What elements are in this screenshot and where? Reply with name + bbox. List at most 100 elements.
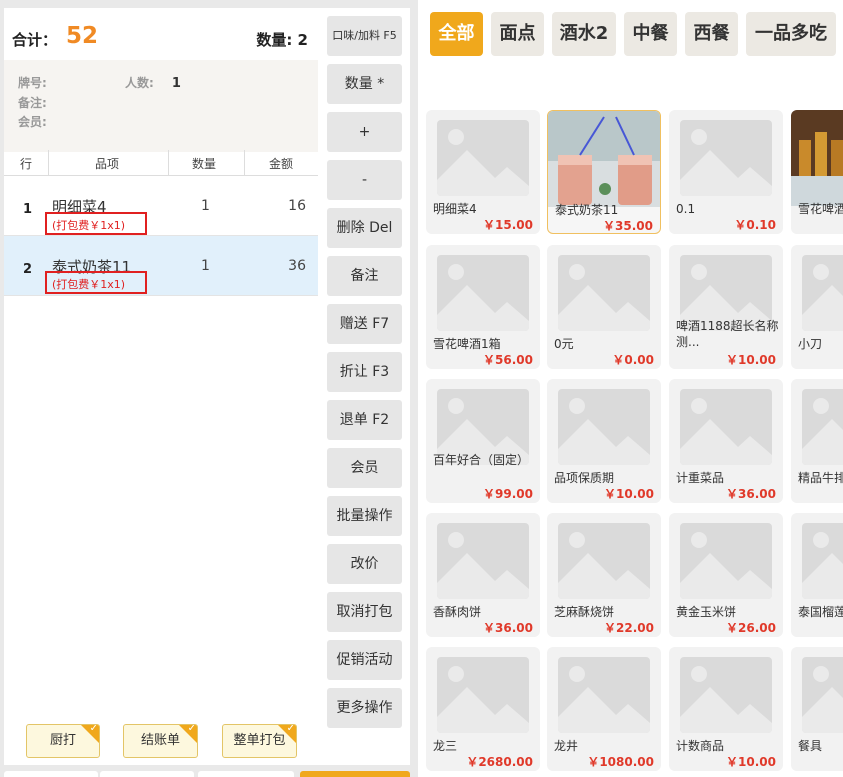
bottom-tab-active[interactable] bbox=[300, 771, 410, 777]
product-card[interactable]: 芝麻酥烧饼 ￥22.00 bbox=[547, 513, 661, 637]
image-placeholder-icon bbox=[680, 523, 772, 599]
category-tab-all[interactable]: 全部 bbox=[430, 12, 483, 56]
image-placeholder-icon bbox=[437, 120, 529, 196]
image-placeholder-icon bbox=[802, 657, 843, 733]
bottom-tab[interactable] bbox=[100, 771, 194, 777]
promotion-button[interactable]: 促销活动 bbox=[327, 640, 402, 680]
image-placeholder-icon bbox=[802, 255, 843, 331]
product-card[interactable]: 小刀 bbox=[791, 245, 843, 369]
pack-all-button[interactable]: 整单打包 ✓ bbox=[222, 724, 297, 758]
bill-print-button[interactable]: 结账单 ✓ bbox=[123, 724, 198, 758]
row-amount: 16 bbox=[288, 198, 306, 214]
order-info[interactable]: 牌号: 人数: 1 备注: 会员: bbox=[4, 60, 318, 152]
product-card[interactable]: 餐具 bbox=[791, 647, 843, 771]
image-placeholder-icon bbox=[437, 657, 529, 733]
total-value: 52 bbox=[66, 23, 99, 49]
flavor-addon-button[interactable]: 口味/加料 F5 bbox=[327, 16, 402, 56]
product-price: ￥36.00 bbox=[483, 621, 533, 635]
product-price: ￥0.10 bbox=[734, 218, 776, 232]
product-name: 计重菜品 bbox=[676, 471, 725, 485]
row-amount: 36 bbox=[288, 258, 306, 274]
product-name: 泰国榴莲 bbox=[798, 605, 843, 619]
category-tab-chinese[interactable]: 中餐 bbox=[624, 12, 677, 56]
bottom-tab[interactable] bbox=[4, 771, 98, 777]
order-row-selected[interactable]: 2 泰式奶茶11 1 36 (打包费￥1x1) bbox=[4, 236, 318, 296]
order-table-header: 行 品项 数量 金额 bbox=[4, 150, 318, 176]
row-number: 1 bbox=[23, 202, 33, 217]
product-card[interactable]: 计重菜品 ￥36.00 bbox=[669, 379, 783, 503]
cancel-packing-button[interactable]: 取消打包 bbox=[327, 592, 402, 632]
image-placeholder-icon bbox=[558, 255, 650, 331]
category-tab-western[interactable]: 西餐 bbox=[685, 12, 738, 56]
quantity-button[interactable]: 数量 * bbox=[327, 64, 402, 104]
check-badge-icon: ✓ bbox=[179, 725, 197, 743]
gift-button[interactable]: 赠送 F7 bbox=[327, 304, 402, 344]
member-button[interactable]: 会员 bbox=[327, 448, 402, 488]
product-card[interactable]: 泰式奶茶11 ￥35.00 bbox=[547, 110, 661, 234]
column-quantity: 数量 bbox=[192, 157, 217, 171]
product-card[interactable]: 品项保质期 ￥10.00 bbox=[547, 379, 661, 503]
change-price-button[interactable]: 改价 bbox=[327, 544, 402, 584]
product-card[interactable]: 0元 ￥0.00 bbox=[547, 245, 661, 369]
category-tab-pastry[interactable]: 面点 bbox=[491, 12, 544, 56]
product-card[interactable]: 精品牛排 bbox=[791, 379, 843, 503]
product-name: 明细菜4 bbox=[433, 202, 477, 216]
product-card[interactable]: 啤酒1188超长名称测... ￥10.00 bbox=[669, 245, 783, 369]
remark-button[interactable]: 备注 bbox=[327, 256, 402, 296]
product-price: ￥10.00 bbox=[604, 487, 654, 501]
product-card[interactable]: 雪花啤酒 bbox=[791, 110, 843, 234]
product-name: 芝麻酥烧饼 bbox=[554, 605, 615, 619]
guests-value: 1 bbox=[171, 76, 181, 91]
image-placeholder-icon bbox=[558, 389, 650, 465]
more-actions-button[interactable]: 更多操作 bbox=[327, 688, 402, 728]
product-price: ￥15.00 bbox=[483, 218, 533, 232]
product-card[interactable]: 百年好合（固定） ￥99.00 bbox=[426, 379, 540, 503]
product-price: ￥22.00 bbox=[604, 621, 654, 635]
kitchen-print-button[interactable]: 厨打 ✓ bbox=[26, 724, 100, 758]
product-card[interactable]: 明细菜4 ￥15.00 bbox=[426, 110, 540, 234]
product-card[interactable]: 龙三 ￥2680.00 bbox=[426, 647, 540, 771]
product-name: 精品牛排 bbox=[798, 471, 843, 485]
category-tab-multi[interactable]: 一品多吃 bbox=[746, 12, 836, 56]
column-item: 品项 bbox=[95, 157, 120, 171]
total-label: 合计： bbox=[12, 31, 58, 49]
column-row: 行 bbox=[20, 157, 33, 171]
product-name: 小刀 bbox=[798, 337, 823, 351]
product-price: ￥10.00 bbox=[726, 353, 776, 367]
check-badge-icon: ✓ bbox=[278, 725, 296, 743]
image-placeholder-icon bbox=[680, 657, 772, 733]
product-card[interactable]: 龙井 ￥1080.00 bbox=[547, 647, 661, 771]
image-placeholder-icon bbox=[680, 389, 772, 465]
product-name: 百年好合（固定） bbox=[433, 453, 530, 467]
product-card[interactable]: 香酥肉饼 ￥36.00 bbox=[426, 513, 540, 637]
decrease-button[interactable]: - bbox=[327, 160, 402, 200]
column-amount: 金额 bbox=[269, 157, 294, 171]
product-card[interactable]: 计数商品 ￥10.00 bbox=[669, 647, 783, 771]
product-price: ￥0.00 bbox=[612, 353, 654, 367]
packing-fee: (打包费￥1x1) bbox=[45, 271, 147, 294]
product-card[interactable]: 黄金玉米饼 ￥26.00 bbox=[669, 513, 783, 637]
increase-button[interactable]: + bbox=[327, 112, 402, 152]
product-card[interactable]: 泰国榴莲 bbox=[791, 513, 843, 637]
product-name: 泰式奶茶11 bbox=[555, 203, 619, 217]
product-card[interactable]: 0.1 ￥0.10 bbox=[669, 110, 783, 234]
image-placeholder-icon bbox=[437, 523, 529, 599]
order-summary: 合计： 52 数量: 2 bbox=[4, 8, 318, 60]
return-button[interactable]: 退单 F2 bbox=[327, 400, 402, 440]
image-placeholder-icon bbox=[802, 523, 843, 599]
batch-operation-button[interactable]: 批量操作 bbox=[327, 496, 402, 536]
product-card[interactable]: 雪花啤酒1箱 ￥56.00 bbox=[426, 245, 540, 369]
discount-button[interactable]: 折让 F3 bbox=[327, 352, 402, 392]
product-name: 啤酒1188超长名称测... bbox=[676, 319, 779, 349]
table-number-label: 牌号: bbox=[18, 76, 47, 90]
category-tab-drinks[interactable]: 酒水2 bbox=[552, 12, 616, 56]
delete-button[interactable]: 删除 Del bbox=[327, 208, 402, 248]
image-placeholder-icon bbox=[437, 255, 529, 331]
order-row[interactable]: 1 明细菜4 1 16 (打包费￥1x1) bbox=[4, 176, 318, 236]
bottom-tab[interactable] bbox=[198, 771, 294, 777]
product-price: ￥35.00 bbox=[603, 219, 653, 233]
product-name: 雪花啤酒 bbox=[798, 202, 843, 216]
beer-image bbox=[791, 110, 843, 206]
product-price: ￥36.00 bbox=[726, 487, 776, 501]
row-number: 2 bbox=[23, 262, 33, 277]
